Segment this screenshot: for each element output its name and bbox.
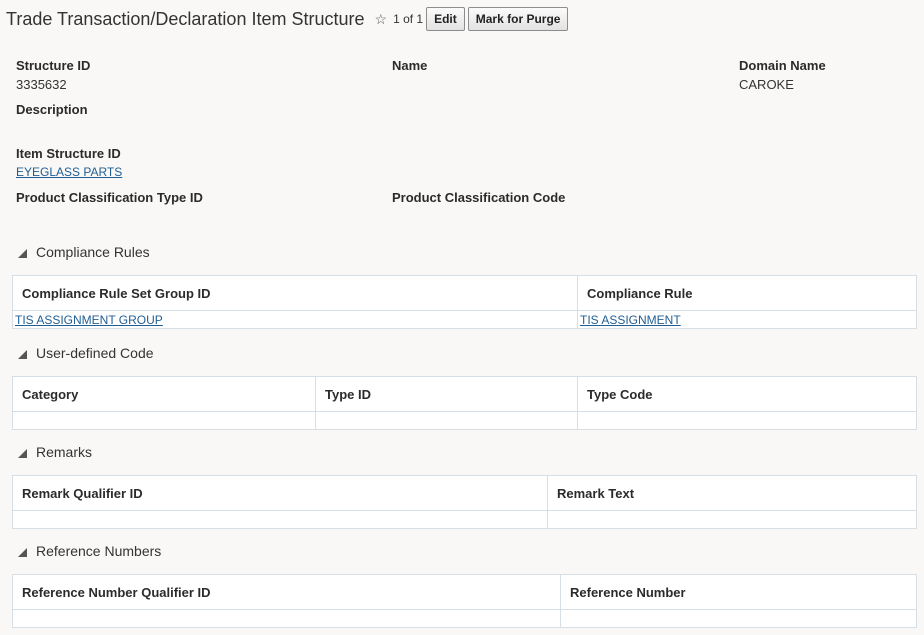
table-header-row: Compliance Rule Set Group ID Compliance … (12, 275, 917, 311)
compliance-rules-table: Compliance Rule Set Group ID Compliance … (12, 275, 917, 329)
column-header-type-id[interactable]: Type ID (315, 376, 578, 412)
compliance-rules-title: Compliance Rules (36, 244, 150, 260)
remarks-section-header: Remarks (18, 444, 92, 460)
page-header: Trade Transaction/Declaration Item Struc… (6, 6, 571, 32)
reference-numbers-title: Reference Numbers (36, 543, 162, 559)
collapse-triangle-icon[interactable] (18, 548, 27, 557)
table-header-row: Remark Qualifier ID Remark Text (12, 475, 917, 511)
reference-numbers-table: Reference Number Qualifier ID Reference … (12, 574, 917, 628)
product-classification-code-label: Product Classification Code (392, 190, 566, 205)
compliance-rules-section-header: Compliance Rules (18, 244, 150, 260)
table-header-row: Category Type ID Type Code (12, 376, 917, 412)
favorite-star-icon[interactable]: ☆ (375, 11, 388, 28)
table-row (12, 411, 917, 430)
table-cell: TIS ASSIGNMENT (577, 310, 917, 329)
table-cell (577, 411, 917, 430)
user-defined-code-title: User-defined Code (36, 345, 154, 361)
column-header-reference-number-qualifier-id[interactable]: Reference Number Qualifier ID (12, 574, 561, 610)
structure-id-field: Structure ID 3335632 (16, 58, 90, 92)
product-classification-code-field: Product Classification Code (392, 190, 565, 209)
column-header-compliance-rule-set-group-id[interactable]: Compliance Rule Set Group ID (12, 275, 578, 311)
column-header-type-code[interactable]: Type Code (577, 376, 917, 412)
product-classification-type-id-label: Product Classification Type ID (16, 190, 203, 205)
description-field: Description (16, 102, 88, 121)
domain-name-label: Domain Name (739, 58, 826, 73)
collapse-triangle-icon[interactable] (18, 350, 27, 359)
collapse-triangle-icon[interactable] (18, 449, 27, 458)
domain-name-value: CAROKE (739, 77, 794, 92)
description-label: Description (16, 102, 88, 117)
user-defined-code-table: Category Type ID Type Code (12, 376, 917, 430)
column-header-reference-number[interactable]: Reference Number (560, 574, 917, 610)
column-header-category[interactable]: Category (12, 376, 316, 412)
table-row (12, 510, 917, 529)
table-cell (315, 411, 578, 430)
pager-indicator: 1 of 1 (393, 12, 424, 26)
structure-id-value: 3335632 (16, 77, 67, 92)
reference-numbers-section-header: Reference Numbers (18, 543, 161, 559)
table-row: TIS ASSIGNMENT GROUP TIS ASSIGNMENT (12, 310, 917, 329)
item-structure-id-link[interactable]: EYEGLASS PARTS (16, 165, 122, 179)
item-structure-id-label: Item Structure ID (16, 146, 121, 161)
name-label: Name (392, 58, 428, 73)
table-row (12, 609, 917, 628)
user-defined-code-section-header: User-defined Code (18, 345, 154, 361)
page-title: Trade Transaction/Declaration Item Struc… (6, 8, 365, 29)
table-cell (12, 411, 316, 430)
remarks-table: Remark Qualifier ID Remark Text (12, 475, 917, 529)
edit-button[interactable]: Edit (426, 7, 465, 31)
compliance-rule-set-group-link[interactable]: TIS ASSIGNMENT GROUP (15, 313, 163, 327)
table-cell (12, 609, 561, 628)
collapse-triangle-icon[interactable] (18, 249, 27, 258)
domain-name-field: Domain Name CAROKE (739, 58, 826, 92)
table-cell: TIS ASSIGNMENT GROUP (12, 310, 578, 329)
table-cell (547, 510, 917, 529)
remarks-title: Remarks (36, 444, 93, 460)
table-cell (12, 510, 548, 529)
name-field: Name (392, 58, 427, 77)
compliance-rule-link[interactable]: TIS ASSIGNMENT (580, 313, 681, 327)
product-classification-type-id-field: Product Classification Type ID (16, 190, 203, 209)
column-header-remark-qualifier-id[interactable]: Remark Qualifier ID (12, 475, 548, 511)
table-cell (560, 609, 917, 628)
item-structure-id-field: Item Structure ID EYEGLASS PARTS (16, 146, 122, 181)
column-header-remark-text[interactable]: Remark Text (547, 475, 917, 511)
structure-id-label: Structure ID (16, 58, 91, 73)
mark-for-purge-button[interactable]: Mark for Purge (467, 7, 569, 31)
column-header-compliance-rule[interactable]: Compliance Rule (577, 275, 917, 311)
table-header-row: Reference Number Qualifier ID Reference … (12, 574, 917, 610)
